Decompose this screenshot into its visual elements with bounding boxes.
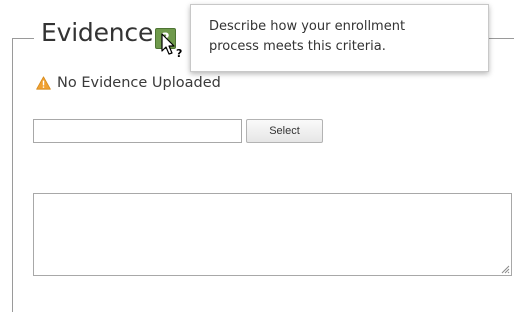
svg-text:?: ? — [176, 47, 182, 59]
fieldset-border-left — [12, 38, 13, 312]
tooltip-line-2: process meets this criteria. — [209, 39, 386, 54]
fieldset-border-top-right — [489, 38, 514, 39]
help-button[interactable]: ? — [155, 28, 176, 49]
evidence-panel: Evidence ? ? Describe how your enrollmen… — [0, 0, 514, 312]
file-name-input[interactable] — [33, 119, 242, 143]
section-title: Evidence — [41, 18, 154, 47]
fieldset-border-top-left — [12, 38, 34, 39]
select-file-button[interactable]: Select — [246, 119, 323, 143]
upload-status: No Evidence Uploaded — [36, 73, 221, 93]
description-textarea[interactable] — [33, 193, 512, 276]
tooltip-line-1: Describe how your enrollment — [209, 19, 406, 34]
status-text: No Evidence Uploaded — [57, 75, 221, 91]
help-tooltip: Describe how your enrollment process mee… — [190, 4, 489, 72]
warning-triangle-icon — [36, 76, 51, 90]
resize-grip-icon[interactable] — [500, 264, 510, 274]
question-mark-icon: ? — [161, 30, 170, 47]
